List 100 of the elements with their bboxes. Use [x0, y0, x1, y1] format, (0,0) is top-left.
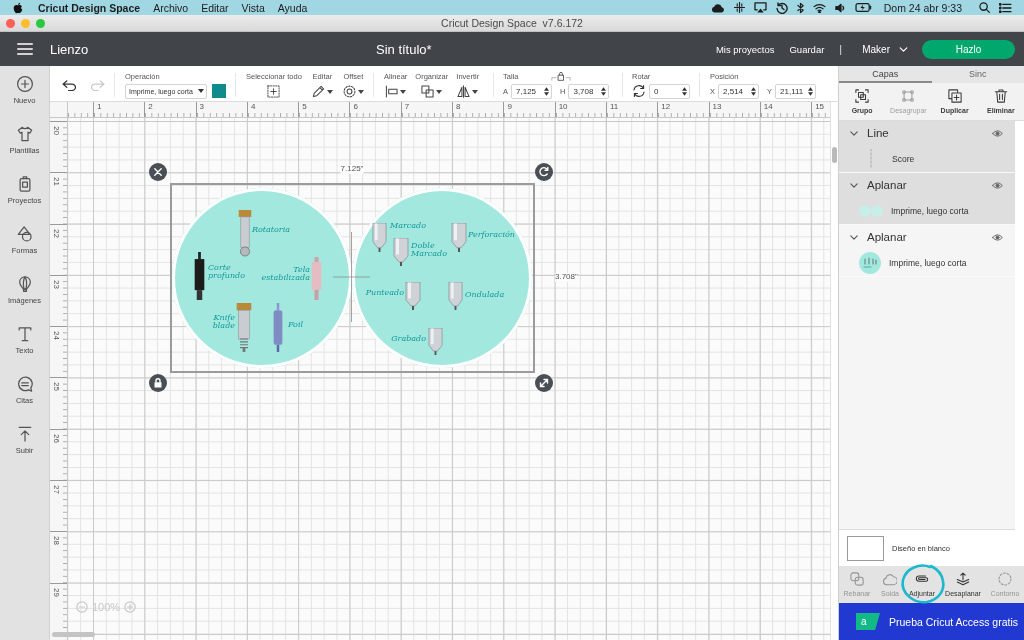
chevron-down-icon[interactable] — [850, 130, 858, 136]
rotate-icon — [632, 84, 646, 98]
color-swatch[interactable] — [212, 84, 226, 98]
ruler-number: 1 — [96, 102, 102, 111]
airplay-icon[interactable] — [753, 2, 767, 13]
blade-icon — [448, 282, 463, 310]
caret-icon — [357, 89, 364, 94]
trial-banner[interactable]: a Prueba Cricut Access gratis — [839, 603, 1024, 640]
height-field[interactable]: 3,708 — [568, 84, 610, 99]
ruler-number: 10 — [557, 102, 568, 111]
chevron-down-icon[interactable] — [850, 234, 858, 240]
blade-label: Doble Marcado — [411, 242, 448, 259]
dotted-grid-icon[interactable] — [733, 2, 745, 13]
spinner-icon[interactable] — [601, 87, 607, 96]
apple-menu-icon[interactable] — [13, 1, 23, 14]
ruler-number: 4 — [249, 102, 256, 111]
panel-tab[interactable]: Sinc — [931, 66, 1024, 83]
spinner-icon[interactable] — [808, 86, 814, 96]
flip-icon — [457, 85, 471, 98]
list-icon[interactable] — [999, 2, 1012, 13]
x-position-field[interactable]: 2,514 — [718, 83, 759, 99]
blade-label: Corte profundo — [208, 264, 246, 281]
ruler-number: 3 — [198, 102, 205, 111]
caret-icon — [400, 89, 407, 94]
width-field[interactable]: 7,125 — [511, 84, 552, 99]
blade-label: Marcado — [390, 222, 426, 231]
layer-group[interactable]: Aplanar Imprime, luego corta — [839, 173, 1015, 225]
menu-item[interactable]: Editar — [201, 1, 229, 14]
machine-dropdown[interactable]: Maker — [862, 43, 908, 55]
lock-icon[interactable] — [551, 71, 572, 81]
clock-history-icon[interactable] — [775, 1, 788, 14]
scrollbar-thumb[interactable] — [52, 632, 95, 637]
text-tool-icon — [16, 326, 33, 342]
height-dimension: 3.708" — [555, 273, 578, 282]
menu-item[interactable]: Vista — [241, 1, 265, 14]
close-icon[interactable] — [149, 163, 167, 181]
ruler-number: 11 — [608, 102, 619, 111]
menu-item[interactable]: Archivo — [153, 1, 189, 14]
window-title: Cricut Design Space v7.6.172 — [441, 17, 583, 29]
rotate-handle-icon[interactable] — [535, 163, 553, 181]
speech-bubble-icon — [16, 376, 33, 392]
clock-text[interactable]: Dom 24 abr 9:33 — [883, 1, 962, 14]
eye-icon[interactable] — [992, 129, 1003, 137]
menu-icon[interactable] — [17, 43, 33, 55]
caret-icon — [436, 89, 443, 94]
rotation-field[interactable]: 0 — [649, 83, 690, 99]
blade-icon — [238, 210, 252, 257]
pencil-icon — [311, 85, 325, 98]
header-link[interactable]: Guardar — [789, 43, 825, 55]
eye-icon[interactable] — [992, 233, 1003, 241]
access-logo: a — [856, 613, 880, 630]
spinner-icon[interactable] — [751, 86, 756, 96]
ruler-number: 26 — [51, 432, 60, 445]
ruler-number: 13 — [711, 102, 722, 111]
overlapping-squares-icon — [421, 85, 435, 98]
layer-name: Aplanar — [867, 231, 907, 243]
ruler-number: 2 — [147, 102, 153, 111]
weld-icon — [883, 572, 897, 586]
wifi-icon[interactable] — [812, 2, 826, 13]
undo-icon[interactable] — [62, 79, 77, 91]
spinner-icon[interactable] — [544, 87, 549, 96]
menu-item[interactable]: Ayuda — [277, 1, 308, 14]
chevron-down-icon[interactable] — [850, 182, 858, 188]
shirt-icon — [16, 126, 33, 142]
battery-icon[interactable] — [854, 3, 872, 12]
scrollbar-thumb[interactable] — [832, 147, 837, 163]
layer-group[interactable]: Line Score — [839, 121, 1015, 173]
width-dimension: 7.125" — [340, 165, 364, 174]
ruler-number: 12 — [660, 102, 671, 111]
caret-icon — [472, 89, 479, 94]
shapes-icon — [16, 226, 33, 242]
eye-icon[interactable] — [992, 181, 1003, 189]
blade-icon — [451, 223, 467, 252]
app-menu[interactable]: Cricut Design Space — [38, 1, 141, 14]
spinner-icon[interactable] — [682, 86, 687, 96]
volume-icon[interactable] — [834, 2, 846, 13]
search-icon[interactable] — [979, 2, 990, 13]
clipboard-icon — [16, 176, 33, 192]
caret-icon — [326, 89, 333, 94]
blade-icon — [236, 303, 252, 352]
resize-handle-icon[interactable] — [535, 374, 553, 392]
blade-icon — [428, 328, 443, 355]
unflatten-icon — [956, 572, 970, 586]
blank-canvas-swatch[interactable] — [847, 535, 884, 561]
blade-icon — [311, 257, 322, 300]
header-link[interactable]: Mis proyectos — [715, 43, 775, 55]
caret-icon — [198, 89, 204, 93]
cloud-icon[interactable] — [710, 2, 725, 13]
section-title: Lienzo — [50, 41, 89, 57]
offset-icon — [342, 85, 356, 98]
y-position-field[interactable]: 21,111 — [775, 83, 817, 99]
bluetooth-icon[interactable] — [796, 1, 804, 14]
ungroup-icon — [901, 89, 916, 103]
layer-name: Imprime, luego corta — [891, 205, 969, 216]
ruler-number: 28 — [51, 535, 60, 548]
align-left-icon — [385, 85, 399, 98]
ruler-number: 14 — [762, 102, 773, 111]
ruler-number: 21 — [51, 176, 60, 189]
design-thumbnail-icon — [859, 251, 881, 274]
lock-handle-icon[interactable] — [149, 374, 167, 392]
